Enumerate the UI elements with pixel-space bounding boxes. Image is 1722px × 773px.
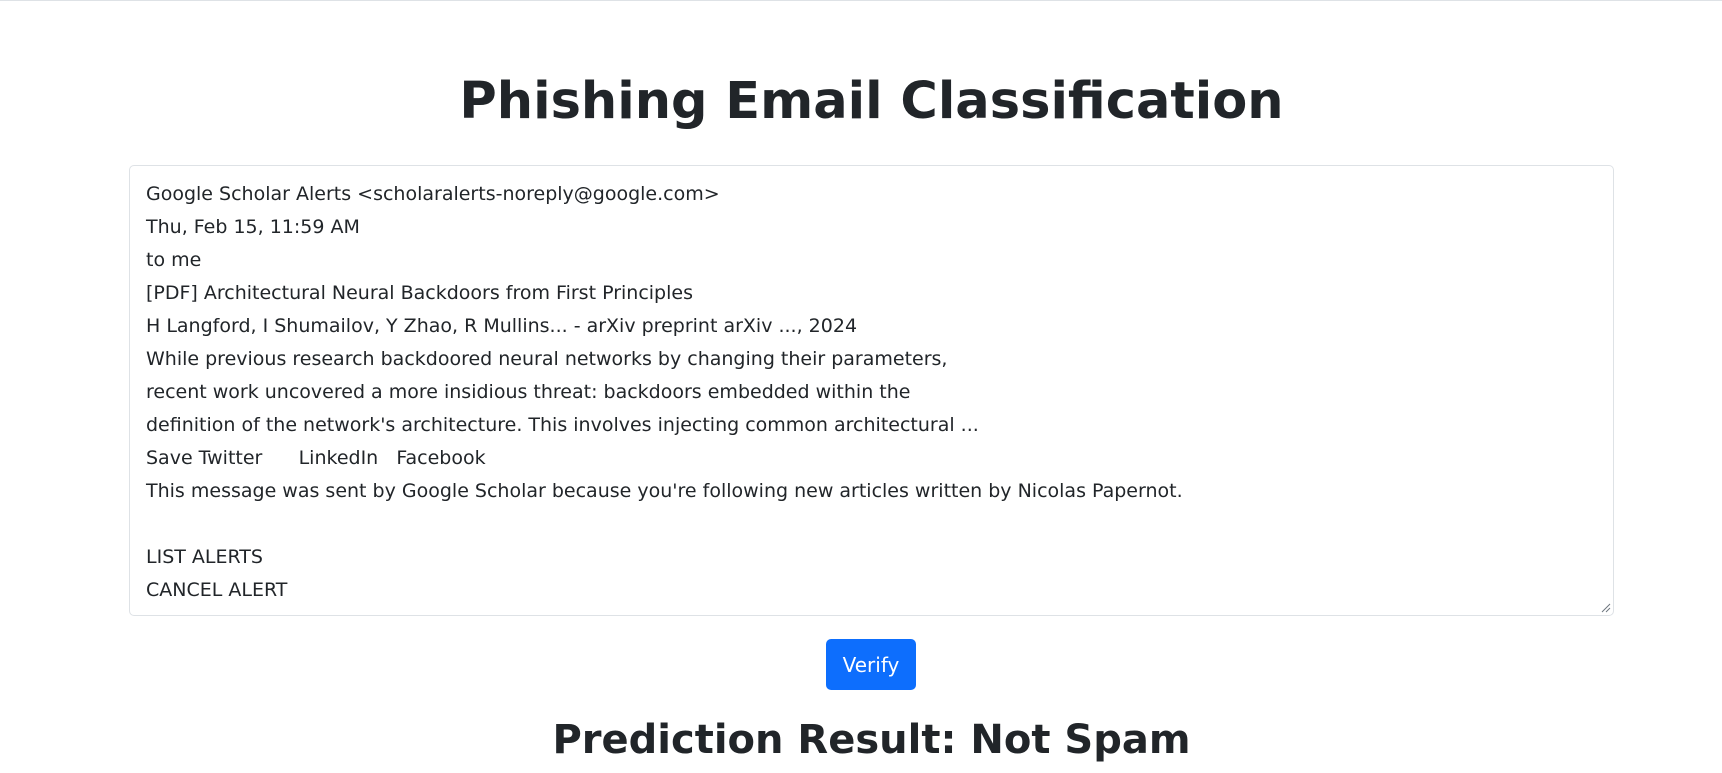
verify-button[interactable]: Verify: [826, 639, 916, 690]
prediction-result: Prediction Result: Not Spam: [552, 717, 1191, 763]
email-content-input[interactable]: [129, 165, 1614, 616]
resize-grip-icon[interactable]: [1601, 603, 1611, 613]
page-title: Phishing Email Classification: [459, 72, 1284, 131]
main-container: Phishing Email Classification Verify Pre…: [129, 0, 1614, 773]
